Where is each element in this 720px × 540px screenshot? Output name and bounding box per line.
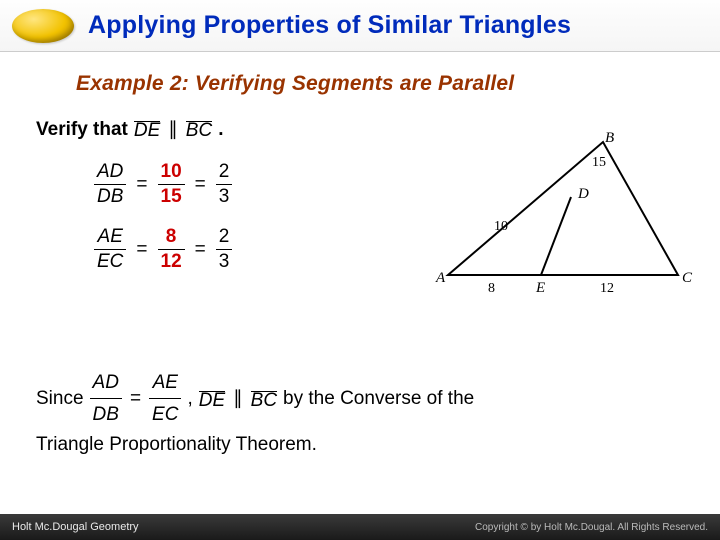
segment-bc-label: BC [251,392,277,407]
conclusion: Since AD DB = AE EC , DE ∥ BC by the Con… [36,368,696,459]
frac-den: DB [94,184,126,208]
frac-den: EC [149,398,181,429]
conc-seg-bc: BC [251,391,277,407]
conc-since: Since [36,384,84,413]
vertex-a: A [435,270,446,286]
vertex-c: C [682,270,693,286]
frac-num: 10 [158,161,185,184]
conc-frac-1: AD DB [90,368,122,430]
frac-den: 3 [216,184,233,208]
frac-8-12: 8 12 [158,226,185,273]
frac-num: AE [95,226,126,249]
footer-copyright: Copyright © by Holt Mc.Dougal. All Right… [475,522,708,533]
vertex-d: D [577,186,589,202]
equals-icon: = [193,174,208,196]
equals-icon: = [128,384,143,413]
conc-tail-2: Triangle Proportionality Theorem. [36,430,696,459]
frac-num: 8 [163,226,180,249]
verify-suffix: . [218,119,223,141]
vertex-b: B [605,130,614,146]
footer: Holt Mc.Dougal Geometry Copyright © by H… [0,514,720,540]
frac-10-15: 10 15 [158,161,185,208]
frac-den: DB [90,398,122,429]
frac-num: AE [150,368,181,398]
label-ad: 10 [494,219,508,234]
frac-ae-ec: AE EC [94,226,126,273]
segment-bc: BC [186,121,212,137]
conc-frac-2: AE EC [149,368,181,430]
conc-tail-1: by the Converse of the [283,384,474,413]
equals-icon: = [134,174,149,196]
frac-num: 2 [216,226,233,249]
label-db: 15 [592,155,606,170]
frac-num: AD [94,161,126,184]
frac-num: AD [90,368,122,398]
parallel-icon: ∥ [166,118,180,141]
header: Applying Properties of Similar Triangles [0,0,720,52]
segment-bc-label: BC [186,122,212,137]
frac-den: 12 [158,249,185,273]
frac-den: 15 [158,184,185,208]
label-ec: 12 [600,281,614,296]
frac-2-3b: 2 3 [216,226,233,273]
equals-icon: = [193,239,208,261]
page-title: Applying Properties of Similar Triangles [88,11,571,40]
verify-prefix: Verify that [36,119,128,141]
conc-comma: , [187,384,192,413]
equals-icon: = [134,239,149,261]
footer-brand: Holt Mc.Dougal Geometry [12,521,139,533]
frac-num: 2 [216,161,233,184]
frac-2-3: 2 3 [216,161,233,208]
example-subtitle: Example 2: Verifying Segments are Parall… [76,72,680,96]
frac-den: 3 [216,249,233,273]
label-ae: 8 [488,281,495,296]
segment-de-label: DE [134,122,160,137]
conc-seg-de: DE [199,391,225,407]
frac-ad-db: AD DB [94,161,126,208]
segment-de-label: DE [199,392,225,407]
segment-de: DE [134,121,160,137]
triangle-diagram: A B C D E 8 12 10 15 [428,130,698,300]
vertex-e: E [535,280,545,296]
parallel-icon: ∥ [231,384,245,413]
header-oval-icon [12,9,74,43]
frac-den: EC [94,249,126,273]
subtitle-row: Example 2: Verifying Segments are Parall… [76,72,680,96]
